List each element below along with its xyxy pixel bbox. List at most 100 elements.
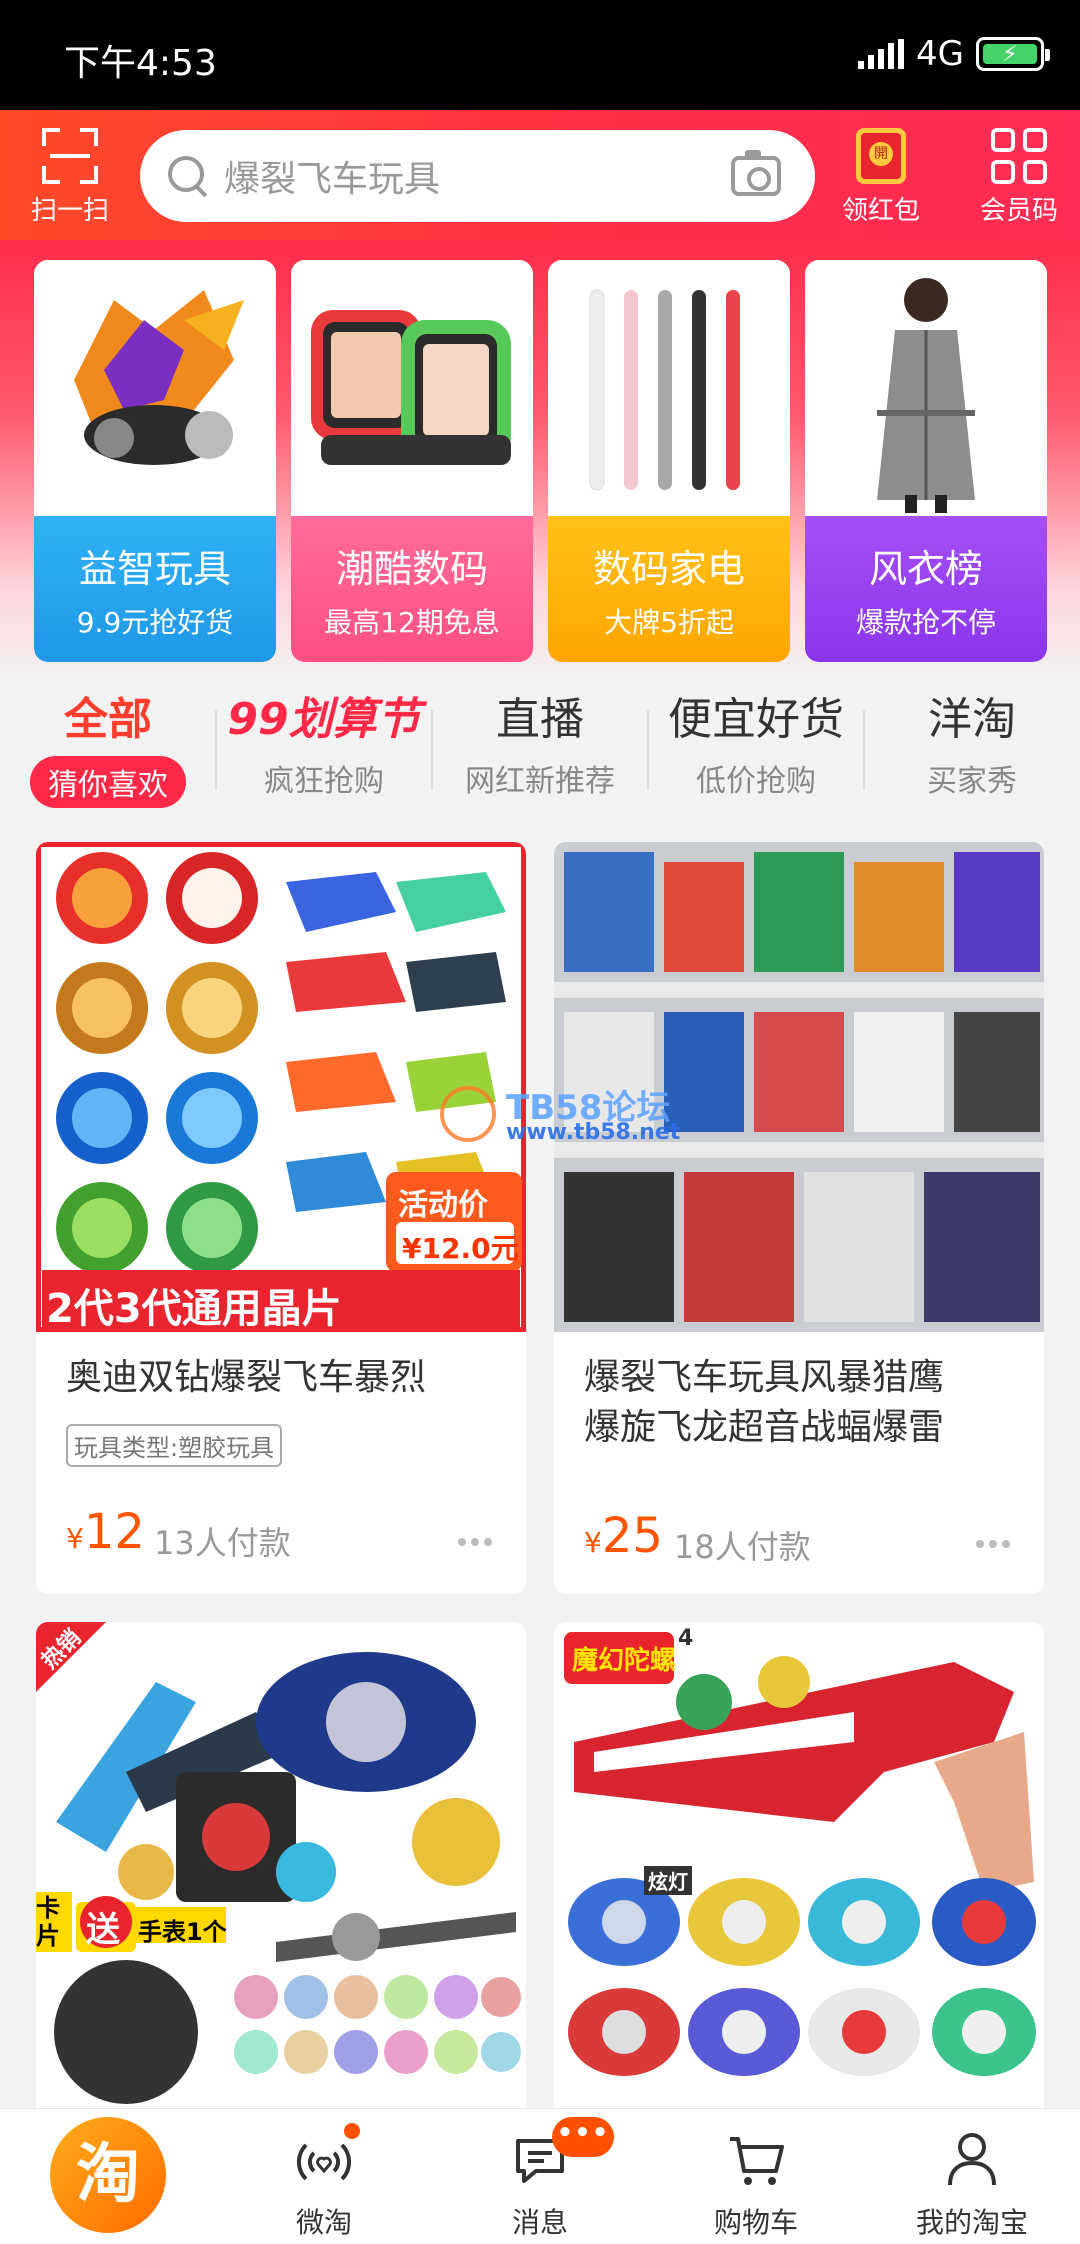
image-number: 4 (678, 1626, 694, 1651)
nav-home[interactable]: 淘 (0, 2109, 216, 2244)
product-card[interactable]: 热销 卡片 送 手表1个 (36, 1622, 526, 2108)
image-promo-gift: 送 (86, 1910, 120, 1950)
member-code-button[interactable]: 会员码 (964, 128, 1074, 227)
category-footer: 风衣榜 爆款抢不停 (805, 516, 1047, 662)
nav-cart[interactable]: 购物车 (648, 2109, 864, 2244)
category-subtitle: 9.9元抢好货 (76, 606, 234, 639)
image-promo-price: ¥12.0元 (402, 1232, 519, 1265)
tab-subtitle: 疯狂抢购 (264, 764, 384, 799)
category-subtitle: 大牌5折起 (604, 606, 734, 639)
product-card[interactable]: 活动价 ¥12.0元 2代3代通用晶片 奥迪双钻爆裂飞车暴烈 玩具类型:塑胶玩具… (36, 842, 526, 1594)
red-packet-label: 领红包 (841, 196, 920, 226)
tab-cheap-goods[interactable]: 便宜好货 低价抢购 (648, 690, 864, 800)
image-promo-watch: 手表1个 (138, 1918, 227, 1946)
top-header: 扫一扫 爆裂飞车玩具 领红包 会员码 (0, 110, 1080, 240)
category-title: 数码家电 (592, 547, 745, 591)
category-card-toys[interactable]: 益智玩具 9.9元抢好货 (34, 260, 276, 662)
nav-label: 购物车 (713, 2206, 798, 2239)
watermark: TB58论坛 www.tb58.net (440, 1080, 700, 1150)
product-sold-count: 18人付款 (674, 1528, 811, 1566)
weitao-icon (296, 2143, 352, 2181)
tab-title: 直播 (496, 694, 584, 745)
watermark-logo (440, 1086, 496, 1142)
category-card-digital[interactable]: 潮酷数码 最高12期免息 (291, 260, 533, 662)
category-card-appliances[interactable]: 数码家电 大牌5折起 (548, 260, 790, 662)
tab-subtitle: 猜你喜欢 (30, 756, 186, 808)
red-packet-button[interactable]: 领红包 (836, 128, 926, 227)
search-bar[interactable]: 爆裂飞车玩具 (140, 130, 815, 222)
bottom-nav: 淘 微淘 ••• 消息 购物车 我的淘宝 (0, 2108, 1080, 2244)
product-image: 魔幻陀螺 4 炫灯 (554, 1622, 1044, 2108)
tab-live[interactable]: 直播 网红新推荐 (432, 690, 648, 800)
tab-subtitle: 低价抢购 (696, 764, 816, 799)
taobao-home-icon: 淘 (50, 2117, 166, 2233)
category-image (805, 260, 1047, 516)
red-packet-icon (856, 128, 906, 184)
tab-buyer-show[interactable]: 洋淘 买家秀 (864, 690, 1080, 800)
status-time: 下午4:53 (64, 43, 217, 84)
category-image (34, 260, 276, 516)
image-promo-label: 活动价 (398, 1188, 488, 1223)
search-icon (166, 154, 210, 198)
product-title-line2: 爆旋飞龙超音战蝠爆雷 (584, 1407, 945, 1448)
image-label: 炫灯 (644, 1866, 692, 1895)
category-footer: 潮酷数码 最高12期免息 (291, 516, 533, 662)
profile-icon (948, 2133, 996, 2186)
product-title: 奥迪双钻爆裂飞车暴烈 (66, 1357, 427, 1398)
camera-icon[interactable] (731, 150, 781, 196)
notification-dot (344, 2123, 360, 2139)
signal-icon (858, 39, 905, 69)
nav-label: 我的淘宝 (915, 2206, 1028, 2239)
product-image: 热销 卡片 送 手表1个 (36, 1622, 526, 2108)
scan-button[interactable]: 扫一扫 (20, 128, 120, 227)
watermark-url: www.tb58.net (506, 1120, 681, 1145)
nav-my-taobao[interactable]: 我的淘宝 (864, 2109, 1080, 2244)
category-subtitle: 爆款抢不停 (855, 606, 996, 639)
category-footer: 益智玩具 9.9元抢好货 (34, 516, 276, 662)
category-image (291, 260, 533, 516)
product-card[interactable]: 魔幻陀螺 4 炫灯 (554, 1622, 1044, 2108)
cart-icon (730, 2137, 784, 2185)
category-subtitle: 最高12期免息 (324, 606, 500, 639)
nav-messages[interactable]: ••• 消息 (432, 2109, 648, 2244)
tab-all[interactable]: 全部 猜你喜欢 (0, 690, 216, 808)
tab-99-festival[interactable]: 99划算节 疯狂抢购 (216, 690, 432, 800)
scan-label: 扫一扫 (30, 196, 109, 226)
product-price: ¥25 (584, 1508, 663, 1564)
nav-label: 微淘 (295, 2206, 352, 2239)
category-title: 风衣榜 (868, 547, 983, 591)
product-card[interactable]: 爆裂飞车玩具风暴猎鹰 爆旋飞龙超音战蝠爆雷 ¥25 18人付款 (554, 842, 1044, 1594)
product-sold-count: 13人付款 (154, 1524, 291, 1562)
tab-title: 洋淘 (928, 694, 1016, 745)
more-options-icon[interactable] (976, 1540, 1010, 1548)
feed-tabs: 全部 猜你喜欢 99划算节 疯狂抢购 直播 网红新推荐 便宜好货 低价抢购 洋淘… (0, 690, 1080, 810)
image-logo: 魔幻陀螺 (572, 1646, 677, 1676)
image-banner-text: 2代3代通用晶片 (46, 1286, 342, 1332)
nav-label: 消息 (511, 2206, 568, 2239)
network-type: 4G (916, 34, 964, 74)
member-code-label: 会员码 (979, 196, 1058, 226)
product-title-line1: 爆裂飞车玩具风暴猎鹰 (584, 1357, 945, 1398)
nav-weitao[interactable]: 微淘 (216, 2109, 432, 2244)
battery-charging-icon: ⚡ (976, 37, 1050, 71)
member-code-icon (991, 128, 1047, 184)
status-icons: 4G ⚡ (858, 34, 1050, 74)
category-footer: 数码家电 大牌5折起 (548, 516, 790, 662)
image-promo-card: 卡片 (36, 1894, 60, 1950)
message-badge: ••• (552, 2117, 614, 2157)
search-input[interactable]: 爆裂飞车玩具 (224, 150, 731, 202)
category-card-coats[interactable]: 风衣榜 爆款抢不停 (805, 260, 1047, 662)
category-title: 潮酷数码 (335, 547, 488, 591)
tab-subtitle: 买家秀 (927, 764, 1017, 799)
scan-icon (42, 128, 98, 184)
category-image (548, 260, 790, 516)
tab-title: 99划算节 (227, 694, 421, 745)
status-bar: 下午4:53 4G ⚡ (0, 0, 1080, 110)
category-title: 益智玩具 (78, 547, 231, 591)
tab-title: 全部 (64, 694, 152, 745)
product-tag: 玩具类型:塑胶玩具 (66, 1424, 283, 1467)
tab-subtitle: 网红新推荐 (465, 764, 615, 799)
product-price: ¥12 (66, 1504, 145, 1560)
tab-title: 便宜好货 (668, 694, 844, 745)
more-options-icon[interactable] (458, 1538, 492, 1546)
